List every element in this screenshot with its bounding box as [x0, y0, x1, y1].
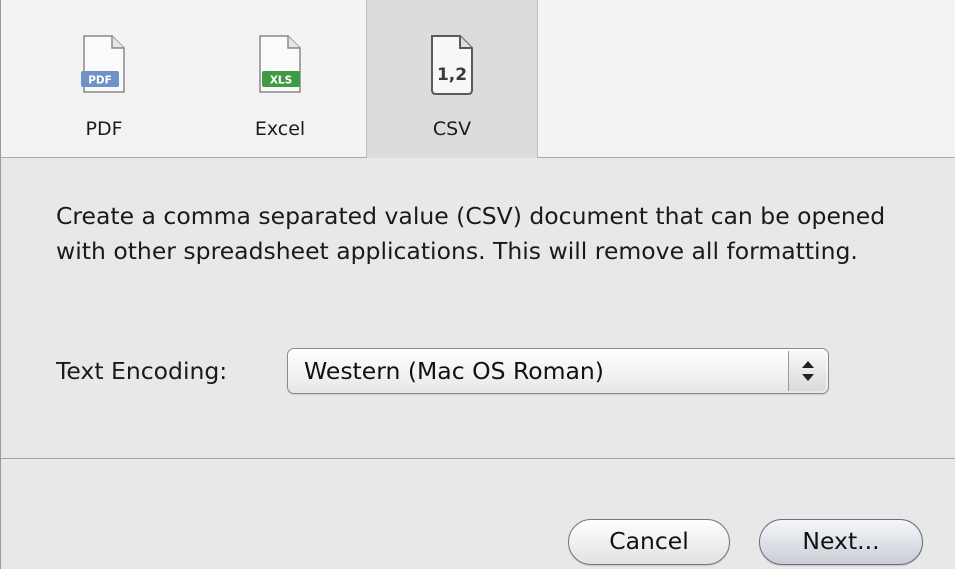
- tab-label-pdf: PDF: [85, 118, 123, 140]
- text-encoding-label: Text Encoding:: [56, 357, 228, 385]
- xls-document-icon: XLS: [259, 35, 301, 93]
- format-description: Create a comma separated value (CSV) doc…: [56, 202, 886, 265]
- tab-csv[interactable]: 1,2 CSV: [366, 0, 538, 158]
- text-encoding-row: Text Encoding: Western (Mac OS Roman): [56, 348, 856, 394]
- text-encoding-value: Western (Mac OS Roman): [304, 357, 604, 385]
- csv-icon-label: 1,2: [437, 65, 467, 85]
- text-encoding-popup[interactable]: Western (Mac OS Roman): [287, 348, 829, 394]
- up-down-arrows-icon: [802, 361, 814, 381]
- pdf-icon-label: PDF: [88, 75, 112, 87]
- export-dialog: PDF PDF XLS Excel 1,2 CSV Create a comma…: [0, 0, 955, 569]
- csv-document-icon: 1,2: [431, 35, 473, 95]
- tab-label-excel: Excel: [254, 118, 306, 140]
- format-tab-bar: PDF PDF XLS Excel 1,2 CSV: [1, 0, 955, 158]
- tab-excel[interactable]: XLS Excel: [194, 0, 366, 158]
- button-divider: [1, 458, 955, 459]
- next-button[interactable]: Next...: [759, 519, 923, 565]
- cancel-button[interactable]: Cancel: [568, 519, 730, 565]
- tab-pdf[interactable]: PDF PDF: [18, 0, 190, 158]
- tab-label-csv: CSV: [432, 118, 472, 140]
- popup-stepper-arrows[interactable]: [788, 351, 826, 391]
- xls-icon-label: XLS: [270, 75, 292, 87]
- pdf-document-icon: PDF: [81, 35, 125, 93]
